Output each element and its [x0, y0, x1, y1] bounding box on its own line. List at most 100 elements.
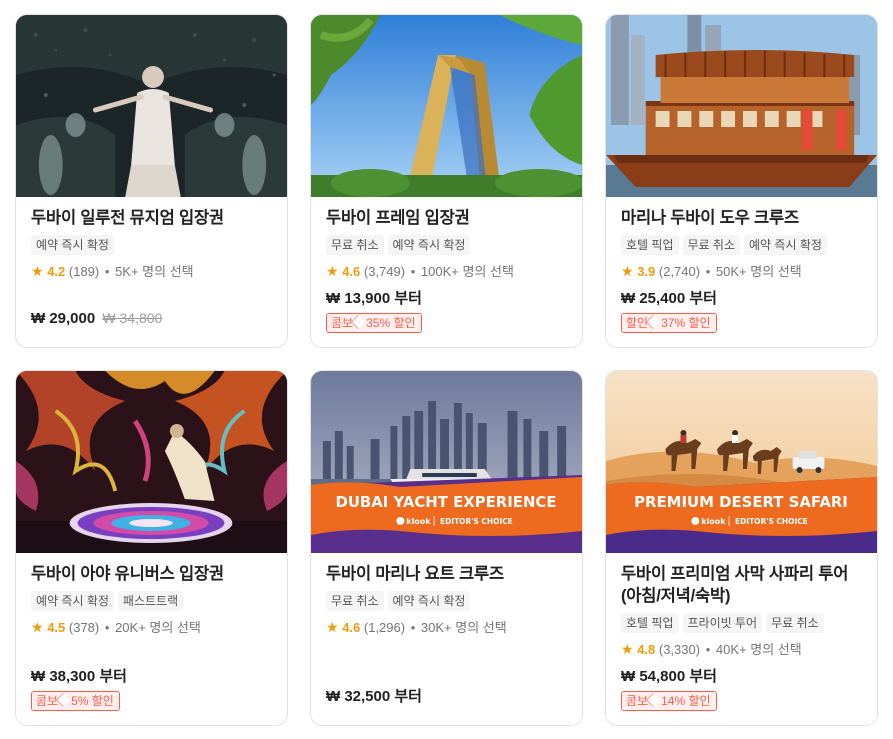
rating-score: 4.6	[342, 264, 361, 279]
tag-list: 예약 즉시 확정	[31, 235, 275, 255]
product-title[interactable]: 두바이 일루전 뮤지엄 입장권	[31, 207, 275, 229]
tag: 예약 즉시 확정	[387, 235, 471, 255]
current-price: ₩ 54,800 부터	[621, 668, 717, 685]
tag-list: 호텔 픽업 프라이빗 투어 무료 취소	[621, 613, 865, 633]
price: ₩ 29,000 ₩ 34,800	[31, 308, 162, 329]
current-price: ₩ 29,000	[31, 310, 96, 327]
booked-count: 40K+ 명의 선택	[715, 642, 802, 657]
tag-list: 예약 즉시 확정 패스트트랙	[31, 591, 275, 611]
tag: 예약 즉시 확정	[744, 235, 827, 255]
star-icon: ★	[326, 619, 339, 635]
price-block: ₩ 29,000 ₩ 34,800	[31, 308, 162, 329]
product-title[interactable]: 두바이 프레임 입장권	[326, 207, 570, 229]
promo-discount: 35% 할인	[357, 314, 421, 332]
separator-dot: •	[705, 264, 711, 279]
tag: 예약 즉시 확정	[31, 235, 114, 255]
rating: ★ 4.6 (1,296) • 30K+ 명의 선택	[326, 618, 570, 637]
promo-discount: 37% 할인	[652, 314, 716, 332]
current-price: ₩ 38,300 부터	[31, 668, 127, 685]
product-image[interactable]	[16, 15, 287, 197]
product-card[interactable]: 마리나 두바이 도우 크루즈 호텔 픽업 무료 취소 예약 즉시 확정 ★ 3.9 …	[605, 14, 878, 348]
promo-badge: 콤보 14% 할인	[621, 691, 717, 711]
rating: ★ 3.9 (2,740) • 50K+ 명의 선택	[621, 262, 865, 281]
current-price: ₩ 13,900 부터	[326, 290, 422, 307]
rating-score: 4.5	[47, 620, 66, 635]
rating-score: 3.9	[637, 264, 656, 279]
product-image[interactable]	[311, 15, 582, 197]
review-count: (3,330)	[658, 642, 701, 657]
price-block: ₩ 32,500 부터	[326, 687, 422, 707]
tag: 호텔 픽업	[621, 613, 679, 633]
rating-score: 4.8	[637, 642, 656, 657]
promo-badge: 할인 37% 할인	[621, 313, 717, 333]
star-icon: ★	[326, 263, 339, 279]
star-icon: ★	[621, 263, 634, 279]
price-block: ₩ 38,300 부터 콤보 5% 할인	[31, 667, 127, 711]
tag: 패스트트랙	[117, 591, 184, 611]
promo-badge: 콤보 35% 할인	[326, 313, 422, 333]
original-price: ₩ 34,800	[102, 310, 163, 326]
booked-count: 5K+ 명의 선택	[115, 264, 194, 279]
banner-badge: EDITOR'S CHOICE	[440, 517, 513, 526]
banner-brand: klook	[701, 517, 726, 526]
product-image[interactable]	[606, 15, 877, 197]
product-card[interactable]: 두바이 프레임 입장권 무료 취소 예약 즉시 확정 ★ 4.6 (3,749) …	[310, 14, 583, 348]
review-count: (378)	[68, 620, 100, 635]
tag: 무료 취소	[766, 613, 824, 633]
product-title[interactable]: 두바이 마리나 요트 크루즈	[326, 563, 570, 585]
star-icon: ★	[621, 641, 634, 657]
current-price: ₩ 32,500 부터	[326, 688, 422, 705]
star-icon: ★	[31, 263, 44, 279]
product-image[interactable]: DUBAI YACHT EXPERIENCE klook EDITOR'S CH…	[311, 371, 582, 553]
product-card[interactable]: 두바이 아야 유니버스 입장권 예약 즉시 확정 패스트트랙 ★ 4.5 (378…	[15, 370, 288, 726]
rating-score: 4.6	[342, 620, 361, 635]
booked-count: 100K+ 명의 선택	[420, 264, 514, 279]
promo-discount: 5% 할인	[62, 692, 119, 710]
booked-count: 50K+ 명의 선택	[715, 264, 802, 279]
product-card[interactable]: DUBAI YACHT EXPERIENCE klook EDITOR'S CH…	[310, 370, 583, 726]
tag: 무료 취소	[682, 235, 740, 255]
tag: 프라이빗 투어	[682, 613, 763, 633]
review-count: (2,740)	[658, 264, 701, 279]
star-icon: ★	[31, 619, 44, 635]
price-block: ₩ 54,800 부터 콤보 14% 할인	[621, 667, 717, 711]
product-title[interactable]: 두바이 아야 유니버스 입장권	[31, 563, 275, 585]
separator-dot: •	[104, 264, 110, 279]
rating-score: 4.2	[47, 264, 66, 279]
separator-dot: •	[410, 620, 416, 635]
promo-discount: 14% 할인	[652, 692, 716, 710]
banner-badge: EDITOR'S CHOICE	[735, 517, 808, 526]
current-price: ₩ 25,400 부터	[621, 290, 717, 307]
tag: 예약 즉시 확정	[31, 591, 114, 611]
banner-headline: PREMIUM DESERT SAFARI	[634, 493, 848, 511]
booked-count: 20K+ 명의 선택	[115, 620, 201, 635]
tag: 호텔 픽업	[621, 235, 679, 255]
separator-dot: •	[410, 264, 416, 279]
tag-list: 무료 취소 예약 즉시 확정	[326, 591, 570, 611]
separator-dot: •	[104, 620, 110, 635]
price-block: ₩ 25,400 부터 할인 37% 할인	[621, 289, 717, 333]
tag: 무료 취소	[326, 235, 384, 255]
tag: 무료 취소	[326, 591, 384, 611]
tag: 예약 즉시 확정	[387, 591, 471, 611]
banner-brand: klook	[406, 517, 431, 526]
promo-badge: 콤보 5% 할인	[31, 691, 120, 711]
review-count: (189)	[68, 264, 100, 279]
rating: ★ 4.8 (3,330) • 40K+ 명의 선택	[621, 640, 865, 659]
product-title[interactable]: 마리나 두바이 도우 크루즈	[621, 207, 865, 229]
product-card[interactable]: PREMIUM DESERT SAFARI klook EDITOR'S CHO…	[605, 370, 878, 726]
rating: ★ 4.5 (378) • 20K+ 명의 선택	[31, 618, 275, 637]
booked-count: 30K+ 명의 선택	[420, 620, 507, 635]
separator-dot: •	[705, 642, 711, 657]
product-image[interactable]: PREMIUM DESERT SAFARI klook EDITOR'S CHO…	[606, 371, 877, 553]
product-card[interactable]: 두바이 일루전 뮤지엄 입장권 예약 즉시 확정 ★ 4.2 (189) • 5…	[15, 14, 288, 348]
product-image[interactable]	[16, 371, 287, 553]
tag-list: 호텔 픽업 무료 취소 예약 즉시 확정	[621, 235, 865, 255]
rating: ★ 4.2 (189) • 5K+ 명의 선택	[31, 262, 275, 281]
price-block: ₩ 13,900 부터 콤보 35% 할인	[326, 289, 422, 333]
review-count: (1,296)	[363, 620, 406, 635]
tag-list: 무료 취소 예약 즉시 확정	[326, 235, 570, 255]
banner-headline: DUBAI YACHT EXPERIENCE	[335, 493, 556, 511]
rating: ★ 4.6 (3,749) • 100K+ 명의 선택	[326, 262, 570, 281]
product-title[interactable]: 두바이 프리미엄 사막 사파리 투어 (아침/저녁/숙박)	[621, 563, 865, 607]
